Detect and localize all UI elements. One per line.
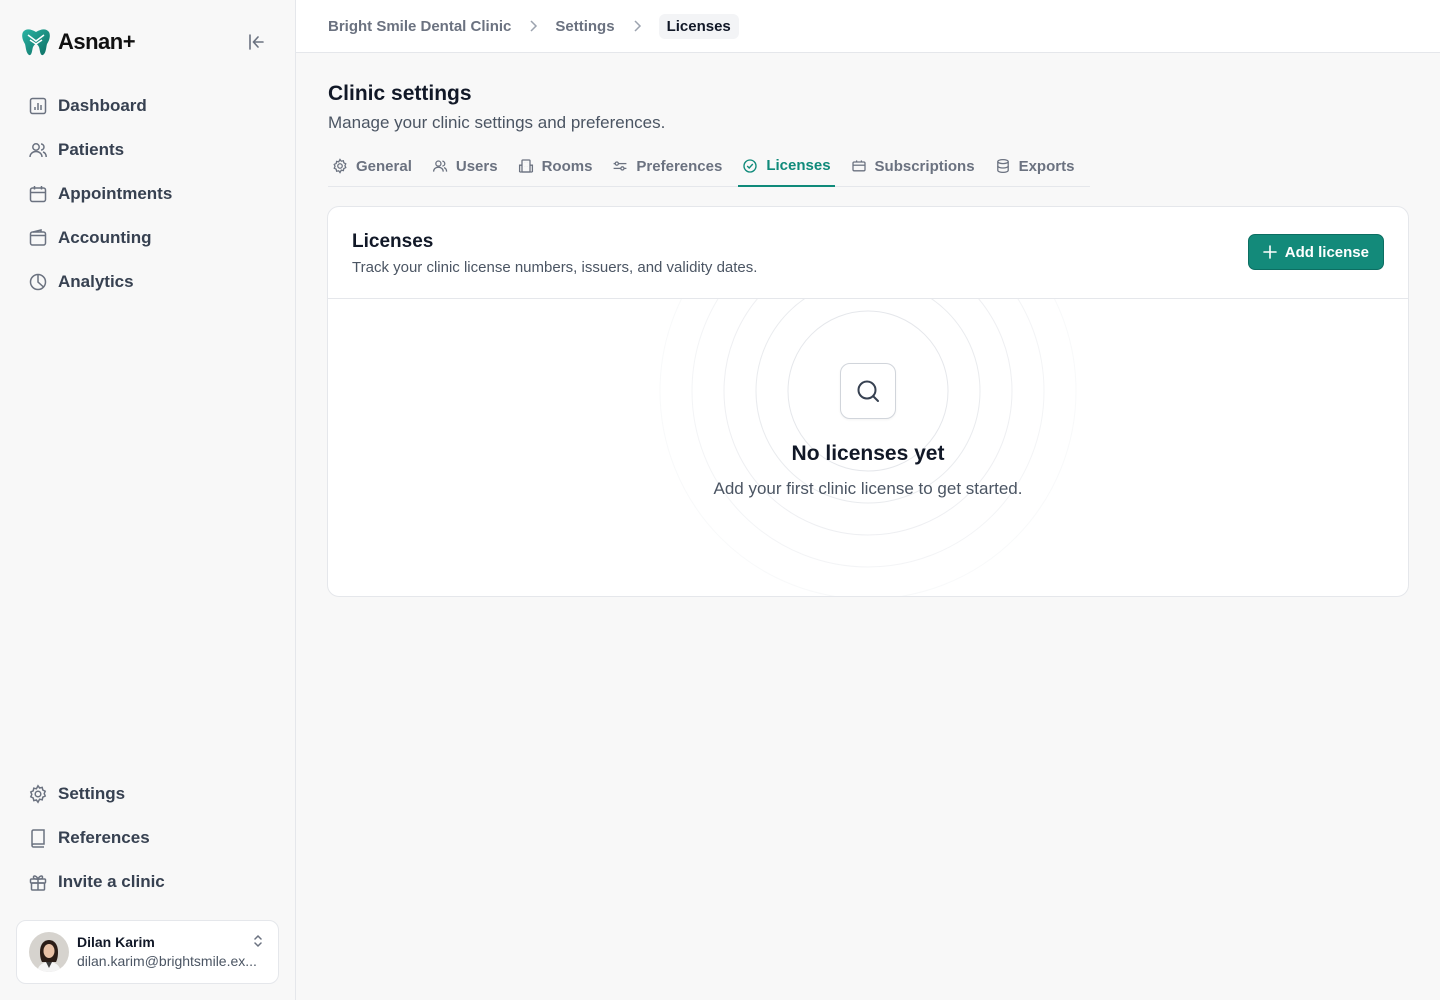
tab-label: Preferences xyxy=(636,157,723,175)
wallet-icon xyxy=(29,229,47,246)
database-icon xyxy=(996,158,1009,174)
settings-tabs: General Users Rooms Preferences Licenses… xyxy=(328,146,1091,187)
user-info: Dilan Karim dilan.karim@brightsmile.ex..… xyxy=(77,933,266,971)
pie-chart-icon xyxy=(29,273,47,291)
sliders-icon xyxy=(614,161,627,171)
calendar-icon xyxy=(29,186,47,203)
gift-icon xyxy=(29,875,47,891)
breadcrumb-settings[interactable]: Settings xyxy=(555,18,622,35)
add-license-button[interactable]: Add license xyxy=(1247,234,1384,270)
sidebar-item-label: Dashboard xyxy=(58,96,147,115)
breadcrumb: Bright Smile Dental Clinic Settings Lice… xyxy=(328,12,739,40)
tab-general[interactable]: General xyxy=(328,146,416,186)
tab-label: General xyxy=(356,157,412,175)
page-title: Clinic settings xyxy=(328,82,472,105)
brand-name: Asnan+ xyxy=(58,29,136,54)
sidebar-main-nav: Dashboard Patients Appointments Accounti… xyxy=(16,84,280,304)
sidebar-item-accounting[interactable]: Accounting xyxy=(16,216,280,260)
tab-label: Subscriptions xyxy=(874,157,975,175)
chart-icon xyxy=(29,97,47,115)
user-account-menu[interactable]: Dilan Karim dilan.karim@brightsmile.ex..… xyxy=(16,920,279,984)
sidebar-item-patients[interactable]: Patients xyxy=(16,128,280,172)
ticket-icon xyxy=(851,160,866,172)
book-icon xyxy=(31,829,45,848)
sidebar-item-label: Patients xyxy=(58,140,125,159)
sidebar-item-label: Accounting xyxy=(58,228,152,247)
tooth-logo-icon xyxy=(22,29,50,56)
sidebar-item-dashboard[interactable]: Dashboard xyxy=(16,84,280,128)
chevron-up-down-icon xyxy=(254,934,262,948)
tab-licenses[interactable]: Licenses xyxy=(738,146,835,187)
breadcrumb-current: Licenses xyxy=(658,13,739,39)
tab-label: Users xyxy=(455,157,498,175)
card-description: Track your clinic license numbers, issue… xyxy=(352,259,758,276)
users-icon xyxy=(29,143,47,158)
users-icon xyxy=(432,160,448,172)
breadcrumb-clinic[interactable]: Bright Smile Dental Clinic xyxy=(328,18,519,35)
brand[interactable]: Asnan+ xyxy=(20,26,136,58)
sidebar-item-appointments[interactable]: Appointments xyxy=(16,172,280,216)
card-title: Licenses xyxy=(352,231,434,252)
sidebar-item-label: Invite a clinic xyxy=(58,872,165,891)
plus-icon xyxy=(1262,245,1277,259)
licenses-card: Licenses Track your clinic license numbe… xyxy=(327,206,1409,597)
sidebar-item-label: Analytics xyxy=(58,272,134,291)
sidebar-item-label: Settings xyxy=(58,784,126,803)
sidebar-item-settings[interactable]: Settings xyxy=(16,772,280,816)
chevron-right-icon xyxy=(634,20,641,32)
user-name: Dilan Karim xyxy=(77,934,155,950)
building-icon xyxy=(518,159,533,173)
empty-state-icon-box xyxy=(840,363,896,419)
tab-label: Rooms xyxy=(541,157,593,175)
card-header: Licenses Track your clinic license numbe… xyxy=(328,207,1408,299)
tab-users[interactable]: Users xyxy=(428,146,502,186)
tab-rooms[interactable]: Rooms xyxy=(514,146,597,186)
panel-collapse-icon xyxy=(249,34,264,50)
search-icon xyxy=(857,380,879,402)
user-email: dilan.karim@brightsmile.ex... xyxy=(77,953,257,969)
collapse-sidebar-button[interactable] xyxy=(244,30,268,54)
sidebar: Asnan+ Dashboard Patients Appointments A… xyxy=(0,0,296,1000)
sidebar-item-invite-clinic[interactable]: Invite a clinic xyxy=(16,860,280,904)
sidebar-item-label: References xyxy=(58,828,150,847)
gear-icon xyxy=(29,784,47,804)
empty-state: No licenses yet Add your first clinic li… xyxy=(328,299,1408,596)
chevron-right-icon xyxy=(530,20,538,32)
tab-label: Exports xyxy=(1018,157,1075,175)
sidebar-item-references[interactable]: References xyxy=(16,816,280,860)
empty-state-title: No licenses yet xyxy=(791,442,945,465)
tab-preferences[interactable]: Preferences xyxy=(608,146,726,186)
page-subtitle: Manage your clinic settings and preferen… xyxy=(328,113,666,132)
avatar xyxy=(29,932,69,972)
sidebar-item-label: Appointments xyxy=(58,184,173,203)
top-bar: Bright Smile Dental Clinic Settings Lice… xyxy=(296,0,1440,53)
check-badge-icon xyxy=(743,158,758,173)
tab-subscriptions[interactable]: Subscriptions xyxy=(847,146,979,186)
gear-icon xyxy=(333,158,347,174)
tab-exports[interactable]: Exports xyxy=(991,146,1079,186)
tab-label: Licenses xyxy=(766,157,831,174)
add-license-label: Add license xyxy=(1284,243,1369,261)
sidebar-footer-nav: Settings References Invite a clinic xyxy=(16,772,280,904)
empty-state-description: Add your first clinic license to get sta… xyxy=(713,479,1023,498)
sidebar-item-analytics[interactable]: Analytics xyxy=(16,260,280,304)
